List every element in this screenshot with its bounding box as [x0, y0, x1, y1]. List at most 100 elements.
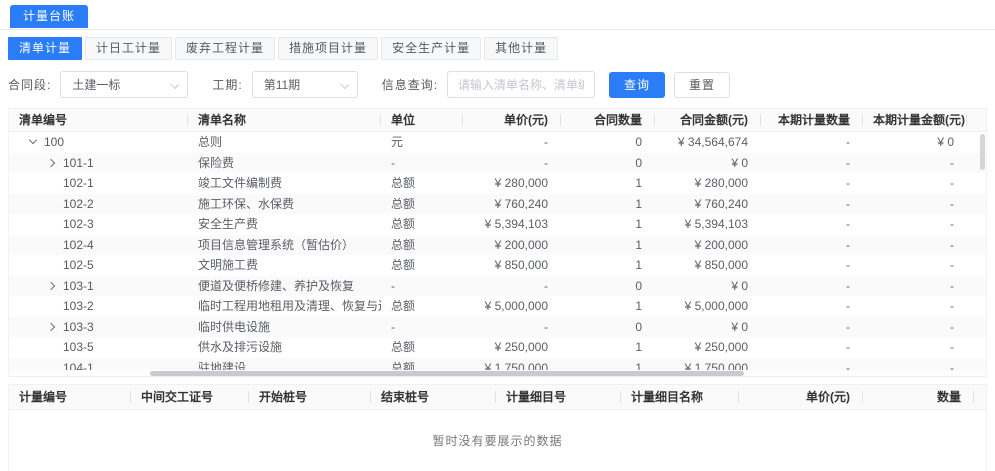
row-code: 103-1: [63, 276, 94, 297]
table-row[interactable]: 102-2施工环保、水保费总额¥ 760,2401¥ 760,240--: [9, 194, 986, 215]
cell-name: 项目信息管理系统（暂估价）: [188, 235, 381, 256]
row-code: 102-4: [63, 235, 94, 256]
main-header-cell: 清单编号: [9, 109, 188, 131]
cell-filler: [967, 337, 986, 358]
cell-name: 供水及排污设施: [188, 337, 381, 358]
cell-name: 竣工文件编制费: [188, 173, 381, 194]
cell-name: 文明施工费: [188, 255, 381, 276]
tab-1[interactable]: 计日工计量: [85, 37, 172, 60]
table-row[interactable]: 102-4项目信息管理系统（暂估价）总额¥ 200,0001¥ 200,000-…: [9, 235, 986, 256]
cell-amount: ¥ 34,564,674: [655, 132, 761, 153]
cell-qty: 0: [561, 153, 655, 174]
cell-unit: -: [381, 276, 463, 297]
table-row[interactable]: 103-5供水及排污设施总额¥ 250,0001¥ 250,000--: [9, 337, 986, 358]
cell-list-code: 102-3: [9, 214, 188, 235]
chevron-right-icon[interactable]: [48, 159, 56, 167]
cell-name: 临时供电设施: [188, 317, 381, 338]
cell-period_amount: -: [863, 255, 967, 276]
cell-price: -: [463, 317, 561, 338]
row-code: 101-1: [63, 153, 94, 174]
table-row[interactable]: 103-3临时供电设施--0¥ 0--: [9, 317, 986, 338]
tab-3[interactable]: 措施项目计量: [278, 37, 378, 60]
search-input[interactable]: [447, 71, 595, 98]
cell-unit: 总额: [381, 214, 463, 235]
cell-period_amount: -: [863, 173, 967, 194]
caret-placeholder: [48, 241, 56, 249]
chevron-right-icon[interactable]: [48, 323, 56, 331]
tab-0[interactable]: 清单计量: [8, 37, 82, 60]
table-row[interactable]: 102-1竣工文件编制费总额¥ 280,0001¥ 280,000--: [9, 173, 986, 194]
cell-list-code: 102-5: [9, 255, 188, 276]
cell-price: ¥ 1,750,000: [463, 358, 561, 371]
cell-period_qty: -: [761, 317, 863, 338]
main-table-header: 清单编号清单名称单位单价(元)合同数量合同金额(元)本期计量数量本期计量金额(元…: [9, 108, 986, 132]
table-row[interactable]: 102-3安全生产费总额¥ 5,394,1031¥ 5,394,103--: [9, 214, 986, 235]
chevron-down-icon[interactable]: [29, 138, 37, 146]
cell-unit: 总额: [381, 358, 463, 371]
chevron-right-icon[interactable]: [48, 282, 56, 290]
main-header-cell: 本期计量金额(元): [863, 109, 967, 131]
table-row[interactable]: 103-1便道及便桥修建、养护及恢复--0¥ 0--: [9, 276, 986, 297]
cell-list-code: 103-3: [9, 317, 188, 338]
cell-period_amount: -: [863, 194, 967, 215]
cell-filler: [967, 296, 986, 317]
table-row[interactable]: 102-5文明施工费总额¥ 850,0001¥ 850,000--: [9, 255, 986, 276]
tab-5[interactable]: 其他计量: [484, 37, 558, 60]
table-row[interactable]: 104-1驻地建设总额¥ 1,750,0001¥ 1,750,000--: [9, 358, 986, 371]
page-tab-measurement-ledger[interactable]: 计量台账: [10, 5, 88, 28]
main-header-cell: 合同金额(元): [655, 109, 761, 131]
reset-button[interactable]: 重置: [674, 72, 730, 98]
main-header-cell: 单位: [381, 109, 463, 131]
cell-list-code: 102-1: [9, 173, 188, 194]
cell-name: 临时工程用地租用及清理、恢复与还...: [188, 296, 381, 317]
caret-placeholder: [48, 220, 56, 228]
cell-unit: 总额: [381, 194, 463, 215]
chevron-down-icon: [170, 80, 179, 89]
detail-header-cell: 结束桩号: [371, 385, 496, 409]
horizontal-scrollbar[interactable]: [9, 370, 986, 377]
cell-qty: 0: [561, 276, 655, 297]
cell-qty: 1: [561, 235, 655, 256]
main-header-cell: 本期计量数量: [761, 109, 863, 131]
cell-filler: [967, 173, 986, 194]
detail-header-cell: 开始桩号: [249, 385, 371, 409]
cell-qty: 1: [561, 194, 655, 215]
contract-section-select[interactable]: 土建一标: [60, 71, 188, 98]
cell-qty: 1: [561, 214, 655, 235]
cell-amount: ¥ 5,394,103: [655, 214, 761, 235]
detail-table: 计量编号中间交工证号开始桩号结束桩号计量细目号计量细目名称单价(元)数量 暂时没…: [8, 384, 987, 471]
cell-name: 总则: [188, 132, 381, 153]
header-filler: [974, 385, 994, 409]
cell-price: ¥ 850,000: [463, 255, 561, 276]
cell-list-code: 103-2: [9, 296, 188, 317]
cell-period_amount: -: [863, 317, 967, 338]
cell-price: ¥ 280,000: [463, 173, 561, 194]
cell-period_qty: -: [761, 276, 863, 297]
cell-period_qty: -: [761, 235, 863, 256]
empty-state: 暂时没有要展示的数据: [9, 410, 986, 471]
cell-amount: ¥ 0: [655, 153, 761, 174]
tab-2[interactable]: 废弃工程计量: [175, 37, 275, 60]
caret-placeholder: [48, 179, 56, 187]
row-code: 103-2: [63, 296, 94, 317]
horizontal-scrollbar-thumb[interactable]: [150, 371, 744, 376]
cell-amount: ¥ 5,000,000: [655, 296, 761, 317]
cell-list-code: 101-1: [9, 153, 188, 174]
query-button[interactable]: 查询: [609, 72, 665, 98]
table-row[interactable]: 100总则元-0¥ 34,564,674-¥ 0: [9, 132, 986, 153]
tab-bar: 清单计量计日工计量废弃工程计量措施项目计量安全生产计量其他计量: [8, 37, 995, 60]
cell-period_amount: -: [863, 276, 967, 297]
table-row[interactable]: 101-1保险费--0¥ 0--: [9, 153, 986, 174]
cell-qty: 1: [561, 296, 655, 317]
main-table: 清单编号清单名称单位单价(元)合同数量合同金额(元)本期计量数量本期计量金额(元…: [8, 108, 987, 377]
period-select[interactable]: 第11期: [252, 71, 358, 98]
cell-unit: 总额: [381, 296, 463, 317]
main-header-cell: 单价(元): [463, 109, 561, 131]
cell-price: -: [463, 153, 561, 174]
cell-period_amount: -: [863, 235, 967, 256]
vertical-scrollbar[interactable]: [980, 134, 985, 170]
tab-4[interactable]: 安全生产计量: [381, 37, 481, 60]
table-row[interactable]: 103-2临时工程用地租用及清理、恢复与还...总额¥ 5,000,0001¥ …: [9, 296, 986, 317]
cell-list-code: 102-4: [9, 235, 188, 256]
detail-header-cell: 单价(元): [739, 385, 863, 409]
